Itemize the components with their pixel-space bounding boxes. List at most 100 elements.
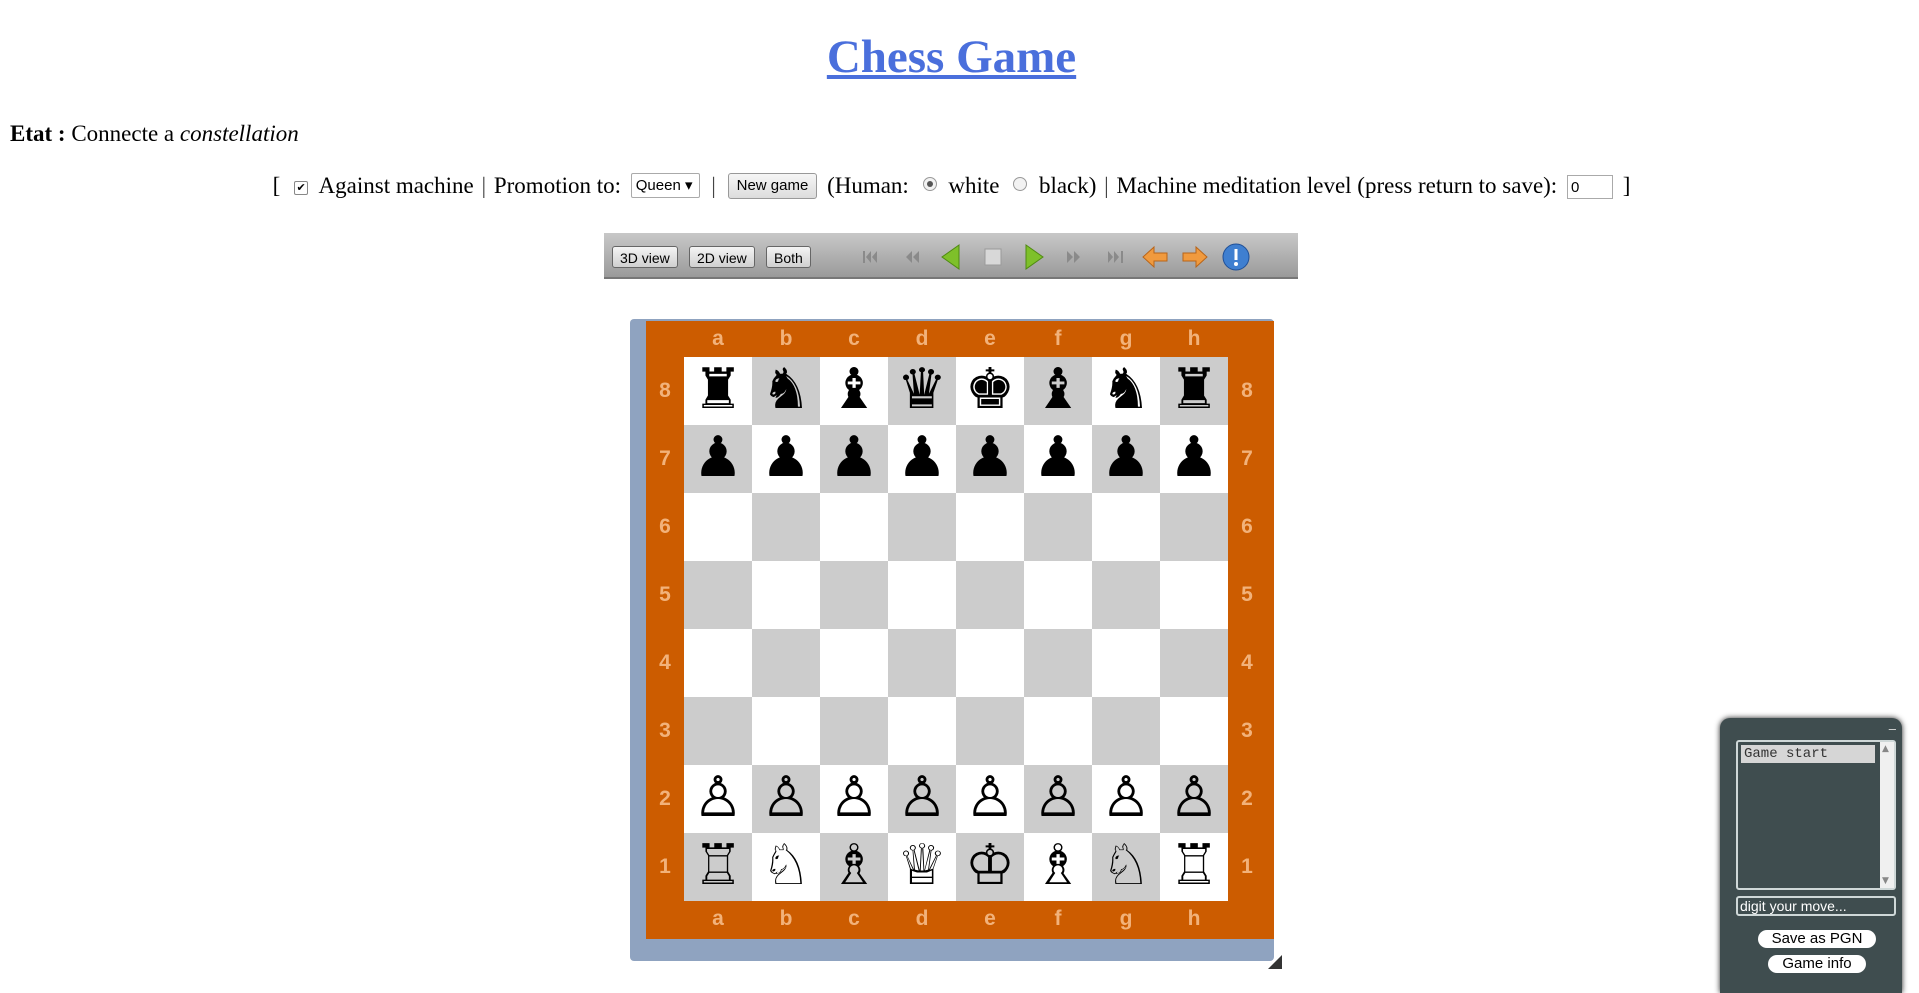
square-a7[interactable]: ♟ xyxy=(684,425,752,493)
against-machine-checkbox[interactable]: ✔ xyxy=(294,181,309,195)
square-b1[interactable]: ♘ xyxy=(752,833,820,901)
square-c3[interactable] xyxy=(820,697,888,765)
square-g8[interactable]: ♞ xyxy=(1092,357,1160,425)
move-list[interactable]: Game start ▲ ▼ xyxy=(1736,740,1896,890)
square-h6[interactable] xyxy=(1160,493,1228,561)
square-g5[interactable] xyxy=(1092,561,1160,629)
square-b2[interactable]: ♙ xyxy=(752,765,820,833)
square-e8[interactable]: ♚ xyxy=(956,357,1024,425)
square-e7[interactable]: ♟ xyxy=(956,425,1024,493)
square-c7[interactable]: ♟ xyxy=(820,425,888,493)
square-b8[interactable]: ♞ xyxy=(752,357,820,425)
fast-backward-icon[interactable] xyxy=(897,242,927,272)
square-a2[interactable]: ♙ xyxy=(684,765,752,833)
square-c5[interactable] xyxy=(820,561,888,629)
square-d5[interactable] xyxy=(888,561,956,629)
last-move-icon[interactable] xyxy=(1100,242,1130,272)
scroll-up-icon[interactable]: ▲ xyxy=(1882,744,1889,754)
square-d2[interactable]: ♙ xyxy=(888,765,956,833)
square-f2[interactable]: ♙ xyxy=(1024,765,1092,833)
square-f5[interactable] xyxy=(1024,561,1092,629)
file-label-f: f xyxy=(1054,907,1062,930)
square-d1[interactable]: ♕ xyxy=(888,833,956,901)
square-e3[interactable] xyxy=(956,697,1024,765)
square-a5[interactable] xyxy=(684,561,752,629)
square-f3[interactable] xyxy=(1024,697,1092,765)
square-a3[interactable] xyxy=(684,697,752,765)
square-c1[interactable]: ♗ xyxy=(820,833,888,901)
square-h1[interactable]: ♖ xyxy=(1160,833,1228,901)
save-pgn-button[interactable]: Save as PGN xyxy=(1758,930,1876,948)
square-e4[interactable] xyxy=(956,629,1024,697)
resize-handle[interactable] xyxy=(1268,955,1282,969)
view-both-button[interactable]: Both xyxy=(766,246,811,268)
square-d3[interactable] xyxy=(888,697,956,765)
square-b6[interactable] xyxy=(752,493,820,561)
square-g2[interactable]: ♙ xyxy=(1092,765,1160,833)
new-game-button[interactable]: New game xyxy=(727,173,818,199)
separator: | xyxy=(1104,173,1109,198)
square-e5[interactable] xyxy=(956,561,1024,629)
square-e2[interactable]: ♙ xyxy=(956,765,1024,833)
move-input[interactable]: digit your move... xyxy=(1736,896,1896,916)
view-3d-button[interactable]: 3D view xyxy=(612,246,678,268)
square-f6[interactable] xyxy=(1024,493,1092,561)
square-g7[interactable]: ♟ xyxy=(1092,425,1160,493)
scroll-down-icon[interactable]: ▼ xyxy=(1882,876,1889,886)
promotion-select[interactable]: Queen ▾ xyxy=(630,173,700,198)
square-d4[interactable] xyxy=(888,629,956,697)
square-f8[interactable]: ♝ xyxy=(1024,357,1092,425)
square-g6[interactable] xyxy=(1092,493,1160,561)
square-d8[interactable]: ♛ xyxy=(888,357,956,425)
info-icon[interactable] xyxy=(1221,242,1251,272)
file-label-g: g xyxy=(1119,907,1133,930)
move-list-scrollbar[interactable]: ▲ ▼ xyxy=(1880,742,1894,888)
square-b7[interactable]: ♟ xyxy=(752,425,820,493)
square-h4[interactable] xyxy=(1160,629,1228,697)
square-h2[interactable]: ♙ xyxy=(1160,765,1228,833)
file-label-a: a xyxy=(712,327,724,350)
view-2d-button[interactable]: 2D view xyxy=(689,246,755,268)
square-c4[interactable] xyxy=(820,629,888,697)
game-info-button[interactable]: Game info xyxy=(1768,955,1866,973)
square-d7[interactable]: ♟ xyxy=(888,425,956,493)
square-b4[interactable] xyxy=(752,629,820,697)
square-b5[interactable] xyxy=(752,561,820,629)
square-h3[interactable] xyxy=(1160,697,1228,765)
square-e6[interactable] xyxy=(956,493,1024,561)
undo-icon[interactable] xyxy=(1140,242,1170,272)
square-h8[interactable]: ♜ xyxy=(1160,357,1228,425)
square-c8[interactable]: ♝ xyxy=(820,357,888,425)
square-h5[interactable] xyxy=(1160,561,1228,629)
square-e1[interactable]: ♔ xyxy=(956,833,1024,901)
square-g3[interactable] xyxy=(1092,697,1160,765)
square-f7[interactable]: ♟ xyxy=(1024,425,1092,493)
square-b3[interactable] xyxy=(752,697,820,765)
minimize-button[interactable]: – xyxy=(1889,721,1896,736)
square-c6[interactable] xyxy=(820,493,888,561)
redo-icon[interactable] xyxy=(1180,242,1210,272)
square-a4[interactable] xyxy=(684,629,752,697)
square-f1[interactable]: ♗ xyxy=(1024,833,1092,901)
play-icon[interactable] xyxy=(1018,242,1048,272)
stop-icon[interactable] xyxy=(978,242,1008,272)
fast-forward-icon[interactable] xyxy=(1059,242,1089,272)
square-g1[interactable]: ♘ xyxy=(1092,833,1160,901)
square-a8[interactable]: ♜ xyxy=(684,357,752,425)
square-a6[interactable] xyxy=(684,493,752,561)
square-c2[interactable]: ♙ xyxy=(820,765,888,833)
square-d6[interactable] xyxy=(888,493,956,561)
square-a1[interactable]: ♖ xyxy=(684,833,752,901)
level-input[interactable]: 0 xyxy=(1566,175,1613,199)
square-f4[interactable] xyxy=(1024,629,1092,697)
move-list-item[interactable]: Game start xyxy=(1741,745,1875,763)
square-g4[interactable] xyxy=(1092,629,1160,697)
back-icon[interactable] xyxy=(937,242,967,272)
rank-label-1: 1 xyxy=(1241,855,1253,878)
square-h7[interactable]: ♟ xyxy=(1160,425,1228,493)
white-radio[interactable] xyxy=(922,177,937,191)
status-peer: constellation xyxy=(179,121,299,146)
first-move-icon[interactable] xyxy=(856,242,886,272)
page-title[interactable]: Chess Game xyxy=(0,30,1903,84)
black-radio[interactable] xyxy=(1013,177,1028,191)
